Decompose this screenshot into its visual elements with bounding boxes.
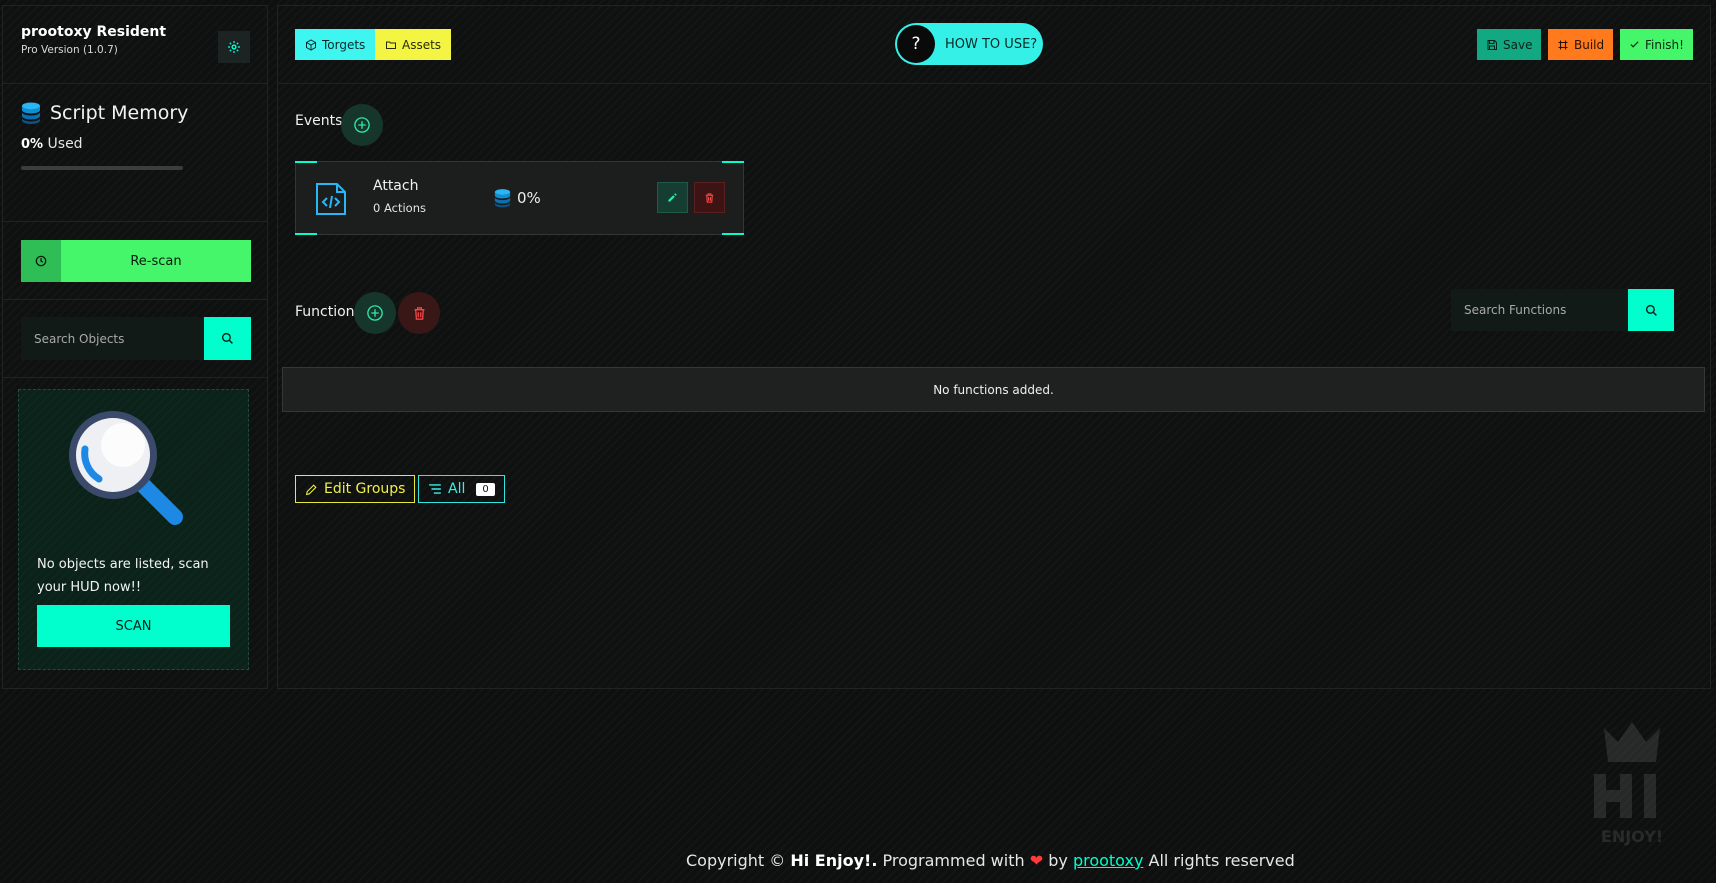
svg-text:ENJOY!: ENJOY! bbox=[1601, 827, 1663, 846]
search-functions-input[interactable] bbox=[1451, 289, 1628, 331]
finish-button[interactable]: Finish! bbox=[1620, 29, 1693, 60]
card-corner bbox=[295, 233, 317, 235]
all-group-label: All bbox=[448, 481, 466, 497]
floppy-icon bbox=[1487, 39, 1497, 50]
database-icon bbox=[494, 189, 511, 208]
footer-rights: All rights reserved bbox=[1148, 851, 1295, 870]
no-functions-message: No functions added. bbox=[282, 367, 1705, 412]
delete-functions-button[interactable] bbox=[398, 292, 440, 334]
card-corner bbox=[722, 233, 744, 235]
search-icon bbox=[1645, 304, 1657, 316]
cube-icon bbox=[306, 38, 316, 51]
event-memory: 0% bbox=[494, 187, 541, 209]
search-objects-button[interactable] bbox=[204, 317, 251, 360]
main-panel: Torgets Assets ? HOW TO USE? Save Build bbox=[277, 5, 1711, 689]
how-to-use-button[interactable]: ? HOW TO USE? bbox=[895, 23, 1043, 65]
refresh-icon bbox=[35, 255, 47, 267]
object-search bbox=[3, 300, 267, 378]
trash-icon bbox=[705, 192, 714, 203]
app-header: prootoxy Resident Pro Version (1.0.7) bbox=[3, 6, 267, 84]
empty-objects-text: No objects are listed, scan your HUD now… bbox=[37, 557, 209, 595]
rescan-button[interactable]: Re-scan bbox=[21, 240, 251, 282]
code-file-icon bbox=[316, 183, 346, 215]
event-name: Attach bbox=[373, 178, 419, 194]
memory-used: 0% Used bbox=[21, 136, 249, 152]
event-card[interactable]: Attach 0 Actions 0% bbox=[295, 161, 744, 235]
assets-button[interactable]: Assets bbox=[375, 29, 452, 60]
delete-event-button[interactable] bbox=[694, 182, 725, 213]
event-actions-count: 0 Actions bbox=[373, 201, 426, 215]
plus-circle-icon bbox=[354, 117, 370, 133]
build-button[interactable]: Build bbox=[1548, 29, 1614, 60]
add-function-button[interactable] bbox=[354, 292, 396, 334]
filter-list-icon bbox=[429, 484, 441, 494]
plus-circle-icon bbox=[367, 305, 383, 321]
top-toolbar: Torgets Assets ? HOW TO USE? Save Build bbox=[278, 6, 1710, 84]
folder-icon bbox=[386, 41, 396, 49]
card-corner bbox=[295, 161, 317, 163]
add-event-button[interactable] bbox=[341, 104, 383, 146]
rescan-label: Re-scan bbox=[61, 240, 251, 282]
trash-icon bbox=[414, 306, 424, 320]
magnifier-illustration-icon bbox=[69, 411, 183, 525]
script-memory: Script Memory 0% Used bbox=[3, 84, 267, 222]
build-label: Build bbox=[1574, 37, 1605, 52]
scan-button[interactable]: SCAN bbox=[37, 605, 230, 647]
heart-icon: ❤ bbox=[1029, 851, 1044, 870]
memory-progress-bar bbox=[21, 166, 183, 170]
memory-title: Script Memory bbox=[50, 102, 189, 124]
targets-button[interactable]: Torgets bbox=[295, 29, 376, 60]
how-to-use-label: HOW TO USE? bbox=[945, 36, 1038, 52]
targets-label: Torgets bbox=[322, 37, 366, 52]
footer-copyright: Copyright © bbox=[686, 851, 786, 870]
all-group-button[interactable]: All 0 bbox=[418, 475, 505, 503]
events-label: Events bbox=[295, 113, 343, 129]
all-group-count: 0 bbox=[476, 482, 495, 496]
footer-by: by bbox=[1048, 851, 1068, 870]
footer: Copyright © Hi Enjoy!. Programmed with ❤… bbox=[686, 851, 1295, 870]
database-icon bbox=[22, 102, 40, 124]
rescan-section: Re-scan bbox=[3, 222, 267, 300]
functions-label: Functions bbox=[295, 304, 362, 320]
save-label: Save bbox=[1503, 37, 1533, 52]
memory-used-label: Used bbox=[47, 136, 83, 152]
edit-event-button[interactable] bbox=[657, 182, 688, 213]
check-icon bbox=[1630, 41, 1639, 48]
gear-icon bbox=[228, 41, 240, 53]
footer-brand: Hi Enjoy!. bbox=[790, 851, 878, 870]
pencil-icon bbox=[305, 483, 317, 495]
footer-author-link[interactable]: prootoxy bbox=[1073, 851, 1143, 870]
hi-enjoy-watermark-logo: ENJOY! bbox=[1594, 722, 1663, 846]
settings-button[interactable] bbox=[218, 31, 250, 63]
function-search bbox=[1451, 289, 1674, 331]
app-name: prootoxy Resident bbox=[21, 24, 167, 40]
edit-groups-label: Edit Groups bbox=[324, 481, 406, 497]
pencil-icon bbox=[668, 193, 677, 202]
search-objects-input[interactable] bbox=[21, 317, 204, 360]
event-memory-percent: 0% bbox=[517, 189, 541, 207]
card-corner bbox=[722, 161, 744, 163]
memory-percent: 0% bbox=[21, 137, 44, 152]
save-button[interactable]: Save bbox=[1477, 29, 1542, 60]
edit-groups-button[interactable]: Edit Groups bbox=[295, 475, 416, 503]
build-frame-icon bbox=[1558, 40, 1568, 49]
empty-objects-card: No objects are listed, scan your HUD now… bbox=[18, 389, 249, 670]
finish-label: Finish! bbox=[1645, 37, 1684, 52]
footer-programmed-with: Programmed with bbox=[882, 851, 1025, 870]
help-question-icon: ? bbox=[897, 25, 935, 63]
search-functions-button[interactable] bbox=[1628, 289, 1674, 331]
search-icon bbox=[221, 332, 233, 344]
assets-label: Assets bbox=[402, 37, 442, 52]
app-version: Pro Version (1.0.7) bbox=[21, 44, 118, 56]
